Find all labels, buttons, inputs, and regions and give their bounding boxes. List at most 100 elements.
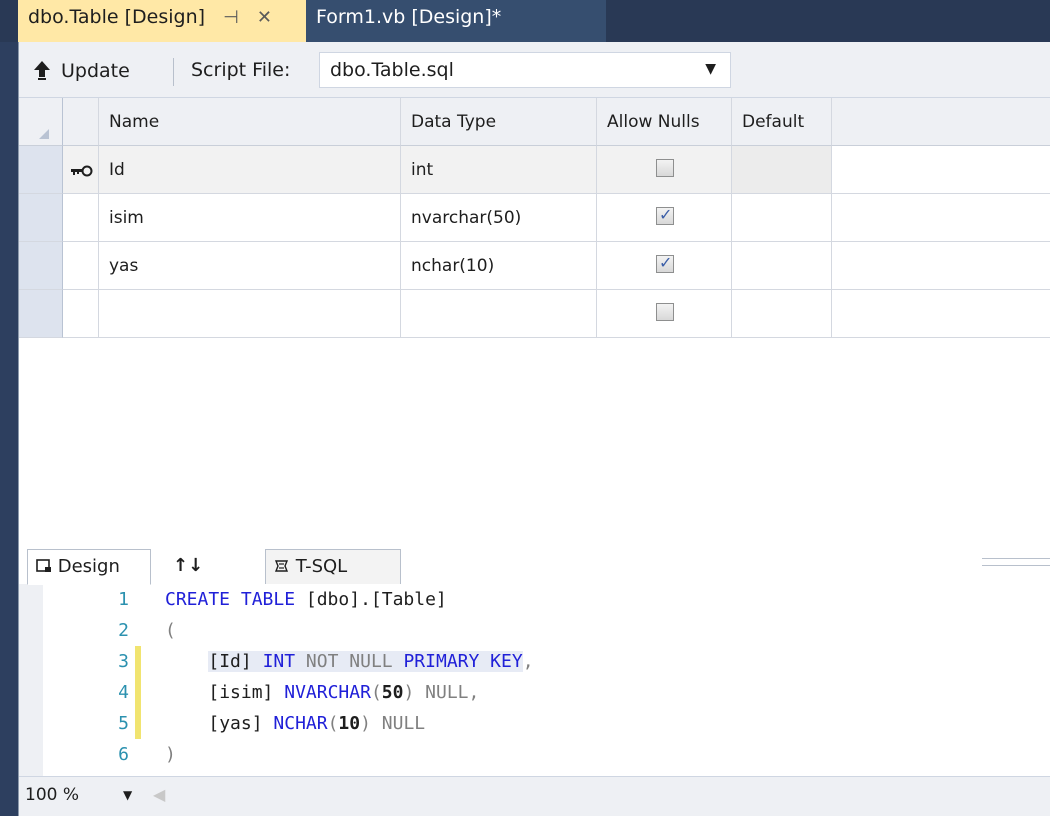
sql-punct: ) [403, 682, 415, 703]
cell-default[interactable] [732, 290, 832, 338]
cell-data-type[interactable] [401, 290, 597, 338]
line-number: 2 [118, 620, 129, 641]
code-line: 4 [isim] NVARCHAR(50) NULL, [19, 677, 1050, 708]
update-button[interactable]: Update [33, 55, 130, 87]
cell-name[interactable]: Id [99, 146, 401, 194]
row-selector[interactable] [19, 290, 63, 338]
cell-allow-nulls[interactable] [597, 146, 732, 194]
sql-keyword: PRIMARY KEY [403, 651, 523, 672]
cell-allow-nulls[interactable]: ✓ [597, 194, 732, 242]
tsql-editor[interactable]: 1 CREATE TABLE [dbo].[Table] 2 ( 3 [Id] … [19, 584, 1050, 776]
header-default[interactable]: Default [732, 98, 832, 146]
allow-nulls-checkbox[interactable] [656, 303, 674, 321]
row-selector[interactable] [19, 242, 63, 290]
sql-punct: ) [360, 713, 371, 734]
allow-nulls-checkbox[interactable]: ✓ [656, 205, 674, 225]
arrow-up-icon [33, 60, 51, 82]
script-icon [274, 556, 296, 577]
cell-allow-nulls[interactable]: ✓ [597, 242, 732, 290]
select-all-corner[interactable] [19, 98, 63, 146]
row-key-cell [63, 146, 99, 194]
highlighted-statement: [Id] INT NOT NULL PRIMARY KEY [208, 651, 523, 672]
tab-form1-design[interactable]: Form1.vb [Design]* [306, 0, 606, 42]
cell-default[interactable] [732, 194, 832, 242]
code-text: ( [165, 620, 176, 641]
code-line: 1 CREATE TABLE [dbo].[Table] [19, 584, 1050, 615]
tab-label: Form1.vb [Design]* [316, 6, 502, 28]
sql-keyword: NOT NULL [305, 651, 393, 672]
script-file-value: dbo.Table.sql [330, 59, 454, 81]
tab-label: dbo.Table [Design] [28, 6, 206, 28]
primary-key-icon [71, 162, 93, 182]
tab-design[interactable]: Design [27, 549, 151, 585]
code-text: [yas] NCHAR(10) NULL [165, 713, 425, 734]
chevron-down-icon: ▼ [705, 61, 716, 77]
sql-punct: ( [327, 713, 339, 734]
row-selector[interactable] [19, 146, 63, 194]
change-marker [135, 708, 141, 739]
code-text: [Id] INT NOT NULL PRIMARY KEY, [165, 651, 534, 672]
sql-keyword: NULL [381, 713, 426, 734]
cell-name[interactable]: yas [99, 242, 401, 290]
row-filler [832, 242, 1050, 290]
scroll-left-arrow-icon[interactable]: ◀ [153, 785, 165, 804]
swap-panes-button[interactable]: ↑↓ [165, 549, 245, 585]
code-line: 3 [Id] INT NOT NULL PRIMARY KEY, [19, 646, 1050, 677]
change-marker [135, 646, 141, 677]
line-number: 5 [118, 713, 129, 734]
sql-keyword: NCHAR [273, 713, 328, 734]
script-file-dropdown[interactable]: dbo.Table.sql ▼ [319, 52, 731, 88]
cell-default[interactable] [732, 146, 832, 194]
designer-toolbar: Update Script File: dbo.Table.sql ▼ [19, 42, 1050, 98]
change-marker [135, 677, 141, 708]
script-file-label: Script File: [191, 59, 291, 81]
editor-zoom-bar: 100 % ▼ ◀ [19, 776, 1050, 816]
sql-identifier: [isim] [208, 682, 274, 703]
sql-keyword: NVARCHAR [284, 682, 371, 703]
row-key-cell [63, 242, 99, 290]
tab-tsql[interactable]: T-SQL [265, 549, 401, 585]
table-row[interactable]: yas nchar(10) ✓ [19, 242, 1050, 290]
row-filler [832, 194, 1050, 242]
cell-data-type[interactable]: nchar(10) [401, 242, 597, 290]
tab-dbo-table-design[interactable]: dbo.Table [Design] ⊣ ✕ [18, 0, 306, 42]
table-row[interactable]: Id int [19, 146, 1050, 194]
table-row[interactable]: isim nvarchar(50) ✓ [19, 194, 1050, 242]
close-icon[interactable]: ✕ [257, 7, 272, 28]
zoom-level[interactable]: 100 % [25, 785, 79, 805]
row-filler [832, 290, 1050, 338]
update-label: Update [61, 60, 130, 82]
table-row-new[interactable] [19, 290, 1050, 338]
pane-splitter-handle[interactable] [982, 558, 1050, 566]
cell-allow-nulls[interactable] [597, 290, 732, 338]
sql-identifier: [dbo].[Table] [295, 589, 447, 610]
line-number: 4 [118, 682, 129, 703]
header-key-cell [63, 98, 99, 146]
allow-nulls-checkbox[interactable] [656, 159, 674, 177]
document-tab-strip: dbo.Table [Design] ⊣ ✕ Form1.vb [Design]… [0, 0, 1050, 42]
code-line: 5 [yas] NCHAR(10) NULL [19, 708, 1050, 739]
code-text: ) [165, 744, 176, 765]
checkmark-icon: ✓ [659, 205, 673, 224]
allow-nulls-checkbox[interactable]: ✓ [656, 253, 674, 273]
code-line: 2 ( [19, 615, 1050, 646]
design-view-icon [36, 556, 58, 577]
cell-name[interactable]: isim [99, 194, 401, 242]
line-number: 6 [118, 744, 129, 765]
toolbar-separator [173, 58, 174, 86]
cell-name[interactable] [99, 290, 401, 338]
cell-data-type[interactable]: int [401, 146, 597, 194]
row-selector[interactable] [19, 194, 63, 242]
chevron-down-icon[interactable]: ▼ [123, 788, 132, 802]
row-key-cell [63, 290, 99, 338]
cell-default[interactable] [732, 242, 832, 290]
pin-icon[interactable]: ⊣ [223, 7, 239, 28]
grid-header-row: Name Data Type Allow Nulls Default [19, 98, 1050, 146]
cell-data-type[interactable]: nvarchar(50) [401, 194, 597, 242]
header-allow-nulls[interactable]: Allow Nulls [597, 98, 732, 146]
code-text: [isim] NVARCHAR(50) NULL, [165, 682, 479, 703]
tab-design-label: Design [57, 556, 120, 577]
tab-tsql-label: T-SQL [295, 556, 348, 577]
header-data-type[interactable]: Data Type [401, 98, 597, 146]
header-name[interactable]: Name [99, 98, 401, 146]
